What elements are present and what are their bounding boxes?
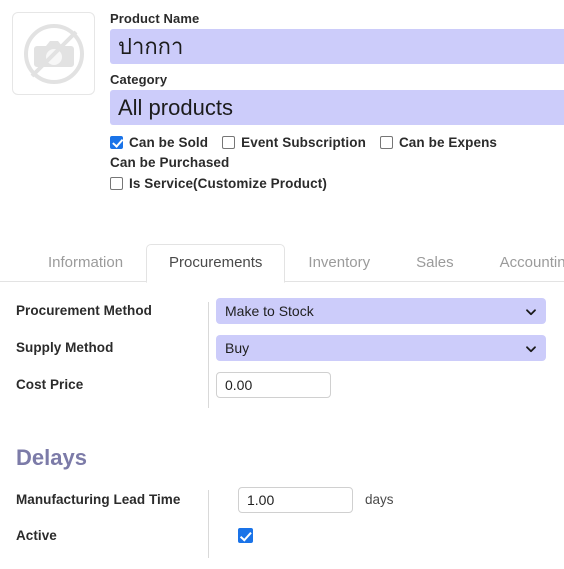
form-divider-upper [208, 302, 209, 408]
can-be-sold-label: Can be Sold [129, 134, 209, 150]
lead-time-unit-label: days [365, 492, 394, 507]
product-image-placeholder[interactable] [12, 12, 95, 95]
supply-method-label: Supply Method [16, 340, 114, 355]
product-name-input[interactable]: ปากกา [110, 29, 564, 64]
is-service-checkbox-box[interactable] [110, 176, 123, 190]
manufacturing-lead-time-input[interactable]: 1.00 [238, 486, 353, 513]
tab-bar: Information Procurements Inventory Sales… [0, 240, 564, 283]
product-header-block: Product Name ปากกา Category All products… [0, 0, 564, 235]
active-checkbox[interactable] [238, 527, 253, 543]
supply-method-value: Buy [225, 339, 250, 356]
delays-section-title: Delays [16, 445, 87, 470]
tab-list: Information Procurements Inventory Sales… [25, 244, 564, 283]
procurement-method-select[interactable]: Make to Stock [216, 297, 546, 324]
can-be-purchased-label: Can be Purchased [110, 155, 230, 170]
product-fields-column: Product Name ปากกา Category All products… [110, 10, 564, 193]
row-cost-price: Cost Price 0.00 [0, 366, 564, 403]
product-name-label: Product Name [110, 11, 200, 26]
checkbox-can-be-sold[interactable]: Can be Sold [110, 135, 208, 150]
tab-accounting[interactable]: Accounting [477, 244, 564, 282]
row-manufacturing-lead-time: Manufacturing Lead Time 1.00 days [0, 481, 564, 518]
checkbox-event-subscription[interactable]: Event Subscription [222, 135, 366, 150]
checkbox-is-service[interactable]: Is Service(Customize Product) [110, 176, 327, 191]
can-be-sold-checkbox-box[interactable] [110, 135, 123, 149]
event-subscription-checkbox-box[interactable] [222, 135, 236, 149]
procurement-method-label: Procurement Method [16, 303, 152, 318]
tab-procurements[interactable]: Procurements [146, 244, 286, 283]
is-service-label: Is Service(Customize Product) [129, 175, 327, 191]
supply-method-select[interactable]: Buy [216, 334, 546, 361]
active-label: Active [16, 527, 57, 543]
tab-information[interactable]: Information [25, 244, 146, 282]
product-flags-row: Can be Sold Event Subscription Can be Ex… [110, 132, 564, 152]
tab-sales[interactable]: Sales [393, 244, 477, 282]
no-camera-icon [21, 21, 87, 87]
procurement-method-value: Make to Stock [225, 302, 314, 319]
tab-inventory[interactable]: Inventory [285, 244, 393, 282]
procurements-pane: Procurement Method Make to Stock Supply … [0, 292, 564, 558]
manufacturing-lead-time-label: Manufacturing Lead Time [16, 492, 181, 507]
chevron-down-icon [525, 305, 537, 317]
category-input[interactable]: All products [110, 90, 564, 125]
is-service-row: Is Service(Customize Product) [110, 173, 564, 193]
can-be-expensed-label: Can be Expens [398, 134, 498, 150]
row-procurement-method: Procurement Method Make to Stock [0, 292, 564, 329]
cost-price-input[interactable]: 0.00 [216, 371, 331, 398]
form-divider-lower [208, 490, 209, 558]
category-label: Category [110, 72, 168, 87]
can-be-expensed-checkbox-box[interactable] [379, 135, 393, 149]
chevron-down-icon [525, 342, 537, 354]
cost-price-label: Cost Price [16, 377, 84, 392]
event-subscription-label: Event Subscription [241, 134, 366, 150]
row-supply-method: Supply Method Buy [0, 329, 564, 366]
row-active: Active [0, 518, 564, 552]
checkbox-can-be-expensed[interactable]: Can be Expens [379, 134, 498, 150]
